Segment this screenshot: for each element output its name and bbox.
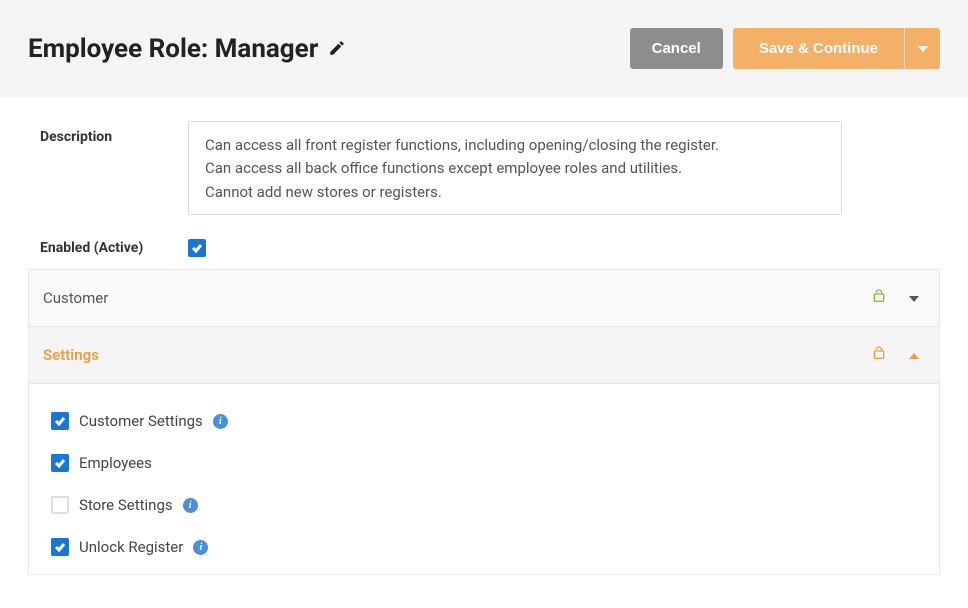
permission-label: Employees	[79, 454, 152, 472]
page-title-text: Employee Role: Manager	[28, 34, 318, 64]
enabled-row: Enabled (Active)	[40, 239, 940, 257]
permission-row: Employees	[29, 442, 939, 484]
unlock-icon	[871, 345, 887, 365]
permission-row: Store Settings i	[29, 484, 939, 526]
enabled-label: Enabled (Active)	[40, 240, 188, 256]
cancel-button[interactable]: Cancel	[630, 28, 723, 69]
section-header-settings[interactable]: Settings	[28, 327, 940, 384]
header-actions: Cancel Save & Continue	[630, 28, 940, 69]
permissions-sections: Customer Settings Customer Settings i Employ…	[28, 269, 940, 575]
info-icon[interactable]: i	[193, 540, 208, 555]
enabled-checkbox[interactable]	[188, 239, 206, 257]
permission-row: Customer Settings i	[29, 400, 939, 442]
permission-row: Unlock Register i	[29, 526, 939, 568]
save-continue-button[interactable]: Save & Continue	[733, 28, 904, 69]
permission-checkbox[interactable]	[51, 538, 69, 556]
permission-label: Unlock Register	[79, 538, 183, 556]
check-icon	[54, 457, 66, 469]
section-title: Settings	[43, 346, 99, 364]
chevron-down-icon	[918, 44, 928, 54]
caret-up-icon	[909, 346, 919, 365]
description-row: Description	[40, 121, 940, 215]
caret-down-icon	[909, 289, 919, 308]
permission-checkbox[interactable]	[51, 496, 69, 514]
permission-label: Customer Settings	[79, 412, 203, 430]
section-header-right	[871, 345, 919, 365]
check-icon	[54, 415, 66, 427]
permission-checkbox[interactable]	[51, 454, 69, 472]
section-title: Customer	[43, 289, 108, 307]
page-title: Employee Role: Manager	[28, 34, 346, 64]
unlock-icon	[871, 288, 887, 308]
permission-checkbox[interactable]	[51, 412, 69, 430]
info-icon[interactable]: i	[213, 414, 228, 429]
check-icon	[54, 541, 66, 553]
section-header-customer[interactable]: Customer	[28, 270, 940, 327]
description-input[interactable]	[188, 121, 842, 215]
permission-label: Store Settings	[79, 496, 173, 514]
save-dropdown-button[interactable]	[904, 28, 940, 69]
check-icon	[191, 242, 203, 254]
form-content: Description Enabled (Active)	[0, 97, 968, 257]
description-label: Description	[40, 121, 188, 145]
section-body-settings: Customer Settings i Employees Store Setting…	[28, 384, 940, 575]
edit-icon[interactable]	[328, 34, 346, 64]
page-header: Employee Role: Manager Cancel Save & Con…	[0, 0, 968, 97]
section-header-right	[871, 288, 919, 308]
info-icon[interactable]: i	[183, 498, 198, 513]
